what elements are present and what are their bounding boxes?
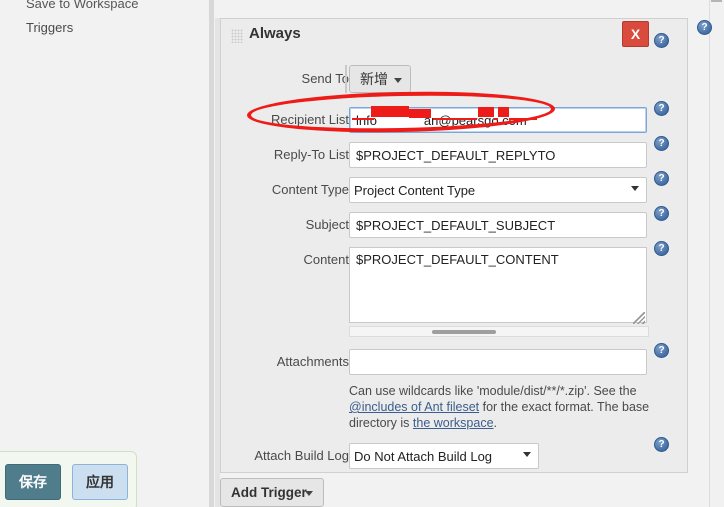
reply-to-list-label: Reply-To List — [273, 147, 349, 162]
apply-button[interactable]: 应用 — [72, 464, 128, 500]
sidebar-item-label: Save to Workspace — [26, 0, 139, 11]
content-label: Content — [303, 252, 349, 267]
help-icon-reply-to-list[interactable] — [654, 136, 669, 151]
page-scrollbar-thumb[interactable] — [711, 0, 722, 2]
sidebar: Save to Workspace Triggers — [0, 0, 200, 507]
sidebar-scrollbar[interactable] — [209, 0, 214, 507]
sidebar-item-label: Triggers — [26, 20, 74, 35]
send-to-divider — [345, 65, 347, 93]
trigger-panel: Always X Send To 新增 Recipient List Reply… — [220, 18, 688, 473]
sidebar-item-triggers[interactable]: Triggers — [26, 20, 73, 35]
sidebar-item-save-to-workspace[interactable]: Save to Workspace — [26, 0, 138, 11]
add-trigger-label: Add Trigger — [231, 485, 307, 500]
save-apply-panel: 保存 应用 — [0, 451, 137, 507]
chevron-down-icon — [394, 78, 402, 83]
content-type-select[interactable]: Project Content Type — [349, 177, 647, 203]
trigger-title: Always — [249, 25, 301, 42]
drag-handle-icon[interactable] — [231, 29, 243, 43]
content-type-label: Content Type — [271, 182, 349, 197]
help-icon-attachments[interactable] — [654, 343, 669, 358]
help-text-part-4: . — [493, 416, 498, 430]
recipient-list-label: Recipient List — [270, 112, 349, 127]
save-button[interactable]: 保存 — [5, 464, 61, 500]
attach-build-log-label: Attach Build Log — [254, 448, 349, 463]
close-button[interactable]: X — [622, 21, 649, 47]
send-to-dropdown-label: 新增 — [360, 71, 388, 87]
add-trigger-button[interactable]: Add Trigger — [220, 478, 324, 507]
recipient-list-input[interactable] — [349, 107, 647, 133]
help-icon-content-type[interactable] — [654, 171, 669, 186]
content-horizontal-scrollbar-thumb[interactable] — [432, 330, 496, 334]
attachments-label: Attachments — [276, 354, 349, 369]
help-text-part-1: Can use wildcards like 'module/dist/**/*… — [349, 384, 637, 398]
page-scrollbar[interactable] — [709, 0, 724, 507]
content-field: $PROJECT_DEFAULT_CONTENT — [349, 247, 649, 337]
attachments-help-text: Can use wildcards like 'module/dist/**/*… — [349, 383, 655, 431]
workspace-link[interactable]: the workspace — [413, 416, 494, 430]
subject-input[interactable] — [349, 212, 647, 238]
help-icon-page[interactable] — [697, 20, 712, 35]
ant-fileset-link[interactable]: @includes of Ant fileset — [349, 400, 479, 414]
chevron-down-icon — [305, 491, 313, 496]
attach-build-log-field: Do Not Attach Build Log — [349, 443, 539, 469]
help-icon-attach-build-log[interactable] — [654, 437, 669, 452]
send-to-label: Send To — [301, 71, 349, 86]
attach-build-log-select[interactable]: Do Not Attach Build Log — [349, 443, 539, 469]
help-icon-always[interactable] — [654, 33, 669, 48]
content-type-field: Project Content Type — [349, 177, 647, 203]
attachments-input[interactable] — [349, 349, 647, 375]
help-text-part-3: directory is — [349, 416, 410, 430]
content-horizontal-scrollbar[interactable] — [349, 326, 649, 337]
help-icon-subject[interactable] — [654, 206, 669, 221]
help-text-part-2: for the exact format. The base — [482, 400, 650, 414]
subject-label: Subject — [305, 217, 349, 232]
help-icon-recipient-list[interactable] — [654, 101, 669, 116]
trigger-panel-header: Always X — [221, 19, 687, 55]
send-to-dropdown-button[interactable]: 新增 — [349, 65, 411, 93]
content-textarea[interactable]: $PROJECT_DEFAULT_CONTENT — [349, 247, 647, 323]
send-to-field: 新增 — [345, 65, 411, 93]
app-root: Save to Workspace Triggers 保存 应用 Always … — [0, 0, 724, 507]
help-icon-content[interactable] — [654, 241, 669, 256]
reply-to-list-input[interactable] — [349, 142, 647, 168]
